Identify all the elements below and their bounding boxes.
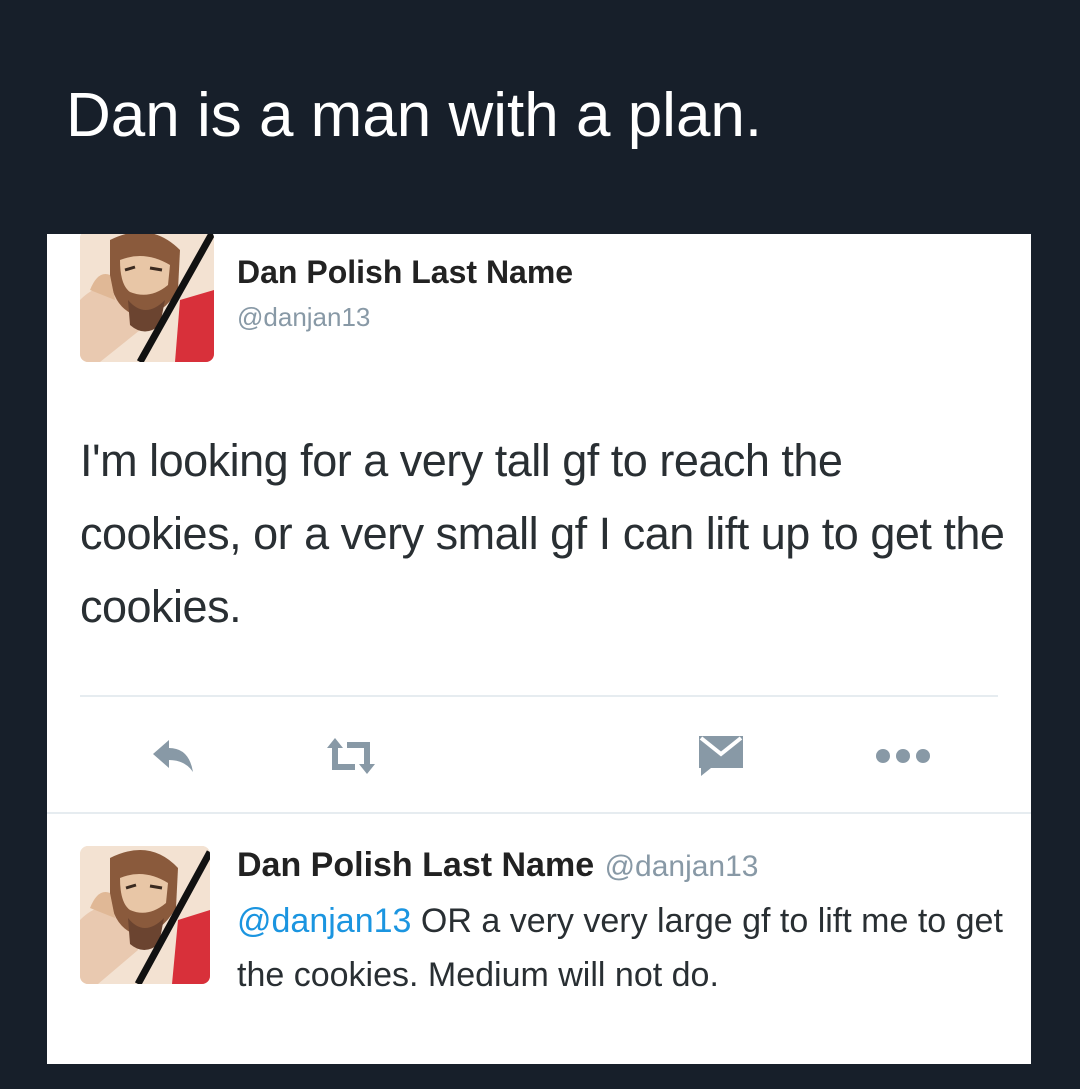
- author-display-name[interactable]: Dan Polish Last Name: [237, 254, 573, 291]
- direct-message-button[interactable]: [695, 732, 747, 780]
- divider: [47, 812, 1031, 814]
- reply-author-display-name[interactable]: Dan Polish Last Name: [237, 846, 594, 884]
- retweet-icon: [327, 738, 375, 774]
- more-button[interactable]: [873, 732, 933, 780]
- reply-header: Dan Polish Last Name @danjan13: [237, 846, 758, 885]
- tweet-screenshot-card: Dan Polish Last Name @danjan13 I'm looki…: [47, 234, 1031, 1064]
- reply-button[interactable]: [147, 732, 199, 780]
- retweet-button[interactable]: [320, 732, 382, 780]
- meme-caption: Dan is a man with a plan.: [66, 81, 763, 150]
- avatar-drawing-icon: [80, 846, 210, 984]
- avatar-drawing-icon: [80, 234, 214, 362]
- mention-link[interactable]: @danjan13: [237, 902, 411, 940]
- reply-tweet-text: @danjan13 OR a very very large gf to lif…: [237, 894, 1007, 1002]
- divider: [80, 695, 998, 697]
- author-handle[interactable]: @danjan13: [237, 302, 370, 333]
- reply-author-handle[interactable]: @danjan13: [605, 850, 759, 883]
- message-icon: [699, 736, 743, 776]
- reply-profile-avatar[interactable]: [80, 846, 210, 984]
- tweet-text: I'm looking for a very tall gf to reach …: [80, 435, 1005, 632]
- reply-icon: [153, 740, 193, 772]
- profile-avatar[interactable]: [80, 234, 214, 362]
- more-icon: [876, 749, 930, 763]
